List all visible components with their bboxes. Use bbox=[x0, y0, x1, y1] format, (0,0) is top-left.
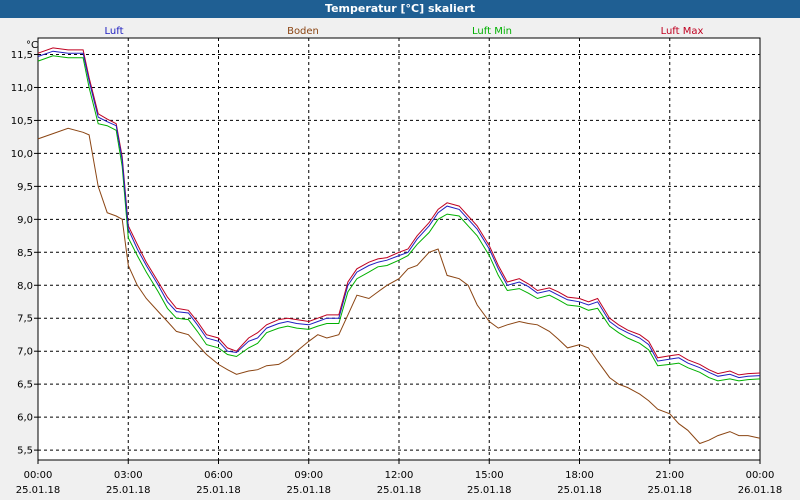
y-tick-label: 8,0 bbox=[17, 281, 33, 292]
legend-item-luft-min: Luft Min bbox=[472, 26, 512, 37]
x-tick-date-label: 25.01.18 bbox=[286, 485, 331, 496]
x-tick-time-label: 00:00 bbox=[746, 470, 775, 481]
x-tick-time-label: 18:00 bbox=[565, 470, 594, 481]
y-tick-label: 7,5 bbox=[17, 314, 33, 325]
legend-item-luft-max: Luft Max bbox=[661, 26, 704, 37]
x-tick-time-label: 12:00 bbox=[385, 470, 414, 481]
x-tick-date-label: 25.01.18 bbox=[106, 485, 151, 496]
x-tick-time-label: 06:00 bbox=[204, 470, 233, 481]
y-tick-label: 11,0 bbox=[11, 83, 33, 94]
x-tick-time-label: 09:00 bbox=[294, 470, 323, 481]
y-tick-label: 7,0 bbox=[17, 347, 33, 358]
y-axis-unit: °C bbox=[26, 40, 38, 51]
x-tick-date-label: 25.01.18 bbox=[16, 485, 61, 496]
x-tick-date-label: 25.01.18 bbox=[557, 485, 602, 496]
x-tick-time-label: 03:00 bbox=[114, 470, 143, 481]
legend: Luft Boden Luft Min Luft Max bbox=[105, 26, 704, 37]
y-tick-label: 5,5 bbox=[17, 446, 33, 457]
x-tick-time-label: 00:00 bbox=[24, 470, 53, 481]
y-tick-label: 8,5 bbox=[17, 248, 33, 259]
y-axis: 5,5 6,0 6,5 7,0 7,5 8,0 8,5 9,0 9,5 10,0 10,5 11,0 1… bbox=[11, 50, 38, 457]
legend-item-boden: Boden bbox=[287, 26, 319, 37]
x-tick-date-label: 25.01.18 bbox=[196, 485, 241, 496]
y-tick-label: 9,5 bbox=[17, 182, 33, 193]
y-tick-label: 10,0 bbox=[11, 149, 33, 160]
temperature-chart: 5,5 6,0 6,5 7,0 7,5 8,0 8,5 9,0 9,5 10,0 10,5 11,0 1… bbox=[11, 26, 783, 496]
x-tick-date-label: 25.01.18 bbox=[377, 485, 422, 496]
y-tick-label: 6,5 bbox=[17, 380, 33, 391]
legend-item-luft: Luft bbox=[105, 26, 124, 37]
x-tick-time-label: 15:00 bbox=[475, 470, 504, 481]
x-tick-date-label: 25.01.18 bbox=[467, 485, 512, 496]
x-axis: 00:00 25.01.18 03:00 25.01.18 06:00 25.01.18 0… bbox=[16, 460, 783, 496]
x-tick-date-label: 25.01.18 bbox=[647, 485, 692, 496]
y-tick-label: 6,0 bbox=[17, 413, 33, 424]
y-tick-label: 9,0 bbox=[17, 215, 33, 226]
y-tick-label: 10,5 bbox=[11, 116, 33, 127]
x-tick-time-label: 21:00 bbox=[655, 470, 684, 481]
x-tick-date-label: 26.01.18 bbox=[738, 485, 783, 496]
y-tick-label: 11,5 bbox=[11, 50, 33, 61]
